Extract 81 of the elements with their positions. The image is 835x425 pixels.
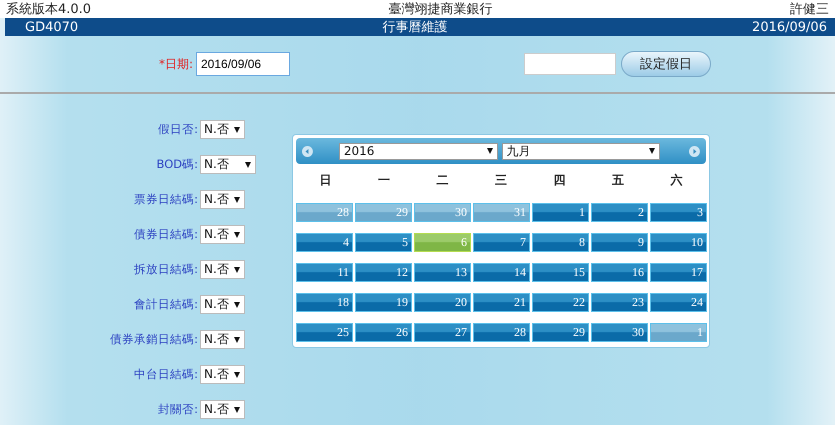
calendar-day[interactable]: 17 [650, 263, 707, 282]
set-holiday-button[interactable]: 設定假日 [621, 51, 711, 77]
current-date: 2016/09/06 [752, 20, 827, 34]
weekday-label: 二 [435, 172, 450, 189]
caret-icon [649, 148, 656, 154]
calendar-day[interactable]: 15 [532, 263, 589, 282]
calendar-day[interactable]: 5 [355, 233, 412, 252]
field-label: 票券日結碼: [133, 192, 199, 207]
field-label: BOD碼: [156, 157, 199, 172]
field-label: 拆放日結碼: [133, 262, 199, 277]
calendar-day[interactable]: 12 [355, 263, 412, 282]
dropdown[interactable]: N.否 [200, 260, 245, 279]
calendar-day[interactable]: 3 [650, 203, 707, 222]
calendar-day[interactable]: 9 [591, 233, 648, 252]
calendar-day[interactable]: 11 [296, 263, 353, 282]
caret-icon [234, 126, 240, 132]
calendar-day[interactable]: 13 [414, 263, 471, 282]
calendar-day[interactable]: 20 [414, 293, 471, 312]
calendar-day[interactable]: 30 [591, 323, 648, 342]
caret-icon [234, 196, 240, 202]
caret-icon [234, 302, 240, 308]
dropdown[interactable]: N.否 [200, 120, 245, 139]
date-label: *日期: [158, 56, 194, 72]
month-dropdown[interactable]: 九月 [502, 142, 660, 160]
caret-icon [234, 232, 240, 238]
weekday-label: 三 [494, 172, 508, 189]
user-name: 許健三 [790, 1, 829, 18]
calendar-day[interactable]: 8 [532, 233, 589, 252]
calendar-day[interactable]: 21 [473, 293, 530, 312]
calendar-day[interactable]: 16 [591, 263, 648, 282]
calendar-day[interactable]: 2 [591, 203, 648, 222]
calendar-day[interactable]: 23 [591, 293, 648, 312]
caret-icon [245, 162, 251, 168]
field-label: 債券承銷日結碼: [109, 332, 199, 347]
calendar-day[interactable]: 1 [650, 323, 707, 342]
weekday-label: 五 [611, 172, 626, 189]
field-label: 假日否: [157, 122, 199, 137]
weekday-label: 六 [669, 172, 684, 189]
field-label: 中台日結碼: [133, 367, 199, 382]
dropdown[interactable]: N.否 [200, 190, 245, 209]
caret-icon [234, 406, 240, 412]
next-icon[interactable] [689, 146, 700, 156]
calendar-day[interactable]: 28 [473, 323, 530, 342]
date-field[interactable]: 2016/09/06 [196, 52, 290, 76]
caret-icon [234, 266, 240, 272]
calendar-day[interactable]: 7 [473, 233, 530, 252]
weekday-label: 日 [318, 172, 332, 189]
bank-name: 臺灣翊捷商業銀行 [388, 1, 493, 18]
version-text: 系統版本4.0.0 [6, 1, 92, 18]
caret-icon [234, 336, 240, 342]
calendar-day[interactable]: 10 [650, 233, 707, 252]
calendar-day[interactable]: 28 [296, 203, 353, 222]
calendar-day[interactable]: 14 [473, 263, 530, 282]
calendar-day[interactable]: 29 [532, 323, 589, 342]
calendar-day[interactable]: 1 [532, 203, 589, 222]
calendar-day[interactable]: 27 [414, 323, 471, 342]
dropdown[interactable]: N.否 [200, 225, 245, 244]
weekday-label: 四 [552, 172, 567, 189]
weekday-label: 一 [376, 172, 391, 189]
calendar-day[interactable]: 25 [296, 323, 353, 342]
dropdown[interactable]: N.否 [200, 330, 245, 349]
caret-icon [486, 148, 492, 154]
calendar-day[interactable]: 24 [650, 293, 707, 312]
dropdown[interactable]: N.否 [200, 155, 256, 174]
field-label: 會計日結碼: [133, 297, 199, 312]
screen-code: GD4070 [25, 20, 78, 34]
calendar-day[interactable]: 4 [296, 233, 353, 252]
caret-icon [234, 372, 240, 378]
calendar-day[interactable]: 19 [355, 293, 412, 312]
input-field[interactable] [524, 53, 616, 75]
calendar-day[interactable]: 18 [296, 293, 353, 312]
dropdown[interactable]: N.否 [200, 365, 245, 384]
calendar-day[interactable]: 22 [532, 293, 589, 312]
dropdown[interactable]: N.否 [200, 295, 245, 314]
screen-title: 行事曆維護 [382, 19, 448, 36]
calendar-day[interactable]: 26 [355, 323, 412, 342]
dropdown[interactable]: N.否 [200, 400, 245, 419]
year-dropdown[interactable]: 2016 [338, 142, 498, 160]
field-label: 債券日結碼: [133, 227, 199, 242]
previous-icon[interactable] [302, 146, 313, 156]
field-label: 封關否: [157, 402, 199, 417]
